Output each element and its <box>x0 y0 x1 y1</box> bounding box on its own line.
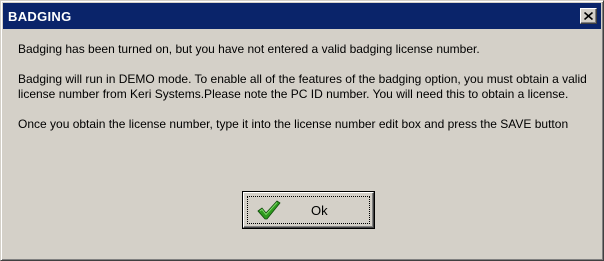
message-body: Badging has been turned on, but you have… <box>18 42 590 147</box>
window-title: BADGING <box>8 8 72 24</box>
title-bar[interactable]: BADGING <box>3 3 601 29</box>
ok-button-label: Ok <box>311 203 328 218</box>
checkmark-icon <box>257 200 281 220</box>
message-paragraph-3: Once you obtain the license number, type… <box>18 117 569 131</box>
ok-button[interactable]: Ok <box>242 191 375 229</box>
message-paragraph-2: Badging will run in DEMO mode. To enable… <box>18 72 587 101</box>
close-button[interactable] <box>580 8 597 24</box>
badging-dialog: BADGING Badging has been turned on, but … <box>0 0 604 261</box>
message-paragraph-1: Badging has been turned on, but you have… <box>18 42 480 56</box>
close-icon <box>584 12 593 20</box>
